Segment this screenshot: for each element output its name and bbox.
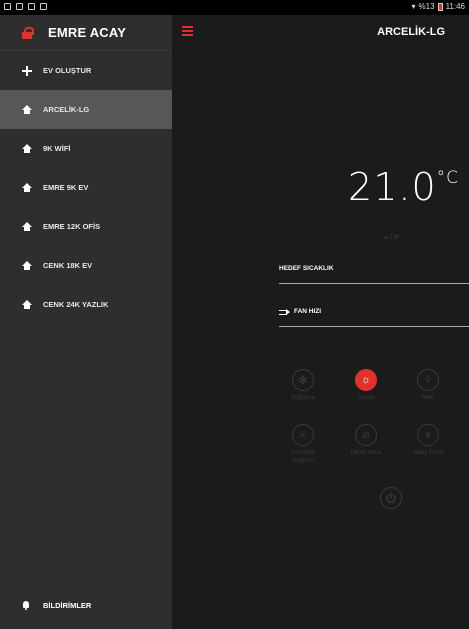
mode-label: Nem [421,395,435,401]
status-bar: ▾ %13 11:46 [0,0,469,15]
outdoor-temperature-value: 7.8° [389,235,401,241]
sidebar-item-9k-wifi[interactable]: 9K WİFİ [0,129,172,168]
top-bar: ARCELİK-LG [172,15,469,51]
sidebar-item-label: EMRE 12K OFİS [43,222,101,231]
notification-icons [4,3,47,10]
page-title: ARCELİK-LG [377,26,445,38]
vertical-air-icon: ⧄ [355,424,377,446]
target-temperature-label[interactable]: HEDEF SICAKLIK [279,265,334,272]
thermometer-icon: ⌀ [384,235,388,241]
home-icon [22,143,32,154]
home-icon [22,260,32,271]
download-icon [16,3,23,10]
clock: 11:46 [445,2,465,11]
android-icon [40,3,47,10]
home-icon [22,221,32,232]
flag-icon [28,3,35,10]
sidebar-item-label: CENK 24K YAZLIK [43,300,109,309]
outdoor-temperature: ⌀ 7.8° [384,234,400,241]
wifi-icon: ▾ [411,2,416,11]
fan-speed-label: FAN HIZI [294,308,322,315]
main-panel: ARCELİK-LG 21.0°C ⌀ 7.8° HEDEF SICAKLIK … [172,15,469,629]
sidebar-item-label: ARCELİK-LG [43,105,90,114]
mode-label: Dikey Hava [350,450,382,456]
mode-humidity-button[interactable]: ◊ Nem [398,369,458,402]
sidebar-header[interactable]: EMRE ACAY [0,15,172,51]
battery-icon [437,2,443,11]
bell-icon [22,600,30,610]
sidebar-item-label: EV OLUŞTUR [43,66,92,75]
sidebar-item-arcelik-lg[interactable]: ARCELİK-LG [0,90,172,129]
mode-auto-change-button[interactable]: Ⓐ Otomatik Değişim [273,424,333,465]
mode-cooling-button[interactable]: ✻ Soğutma [273,369,333,402]
target-temperature-slider[interactable] [279,283,469,284]
sidebar-item-create-home[interactable]: EV OLUŞTUR [0,51,172,90]
current-temperature: 21.0°C [348,165,459,209]
user-name: EMRE ACAY [48,25,127,40]
mode-label: Soğutma [290,395,315,401]
home-icon [22,299,32,310]
power-button[interactable] [380,487,402,509]
sidebar-item-emre-12k-ofis[interactable]: EMRE 12K OFİS [0,207,172,246]
home-icon [22,182,32,193]
sidebar-item-label: EMRE 9K EV [43,183,89,192]
mode-vertical-air-button[interactable]: ⧄ Dikey Hava [336,424,396,457]
gallery-icon [4,3,11,10]
mode-heating-button[interactable]: ☼ Isıtma [336,369,396,402]
home-icon [22,104,32,115]
sidebar: EMRE ACAY EV OLUŞTUR ARCELİK-LG 9K WİFİ … [0,15,172,629]
sun-icon: ☼ [355,369,377,391]
mode-label: Otomatik Değişim [290,450,315,465]
signal-text: %13 [418,2,435,11]
temperature-value: 21.0 [348,165,437,209]
lock-icon [22,26,34,39]
snowflake-icon: ✻ [292,369,314,391]
plus-icon [22,65,32,76]
mode-horizontal-air-button[interactable]: ⩩ Yatay Hava [398,424,458,457]
sidebar-item-cenk-18k-ev[interactable]: CENK 18K EV [0,246,172,285]
mode-label: Isıtma [357,395,375,401]
sidebar-item-notifications[interactable]: BİLDİRİMLER [0,595,172,615]
fan-arrow-icon [279,308,290,315]
sidebar-item-label: 9K WİFİ [43,144,71,153]
sidebar-item-label: BİLDİRİMLER [43,600,92,610]
hamburger-menu-icon[interactable] [182,26,193,36]
mode-label: Yatay Hava [412,450,444,456]
fan-speed-slider[interactable] [279,326,469,327]
sidebar-item-label: CENK 18K EV [43,261,93,270]
sidebar-item-emre-9k-ev[interactable]: EMRE 9K EV [0,168,172,207]
temperature-unit: °C [436,168,459,188]
power-icon [386,492,396,503]
sidebar-item-cenk-24k-yazlik[interactable]: CENK 24K YAZLIK [0,285,172,324]
drop-icon: ◊ [417,369,439,391]
horizontal-air-icon: ⩩ [417,424,439,446]
fan-speed-row[interactable]: FAN HIZI [279,308,321,315]
auto-icon: Ⓐ [292,424,314,446]
